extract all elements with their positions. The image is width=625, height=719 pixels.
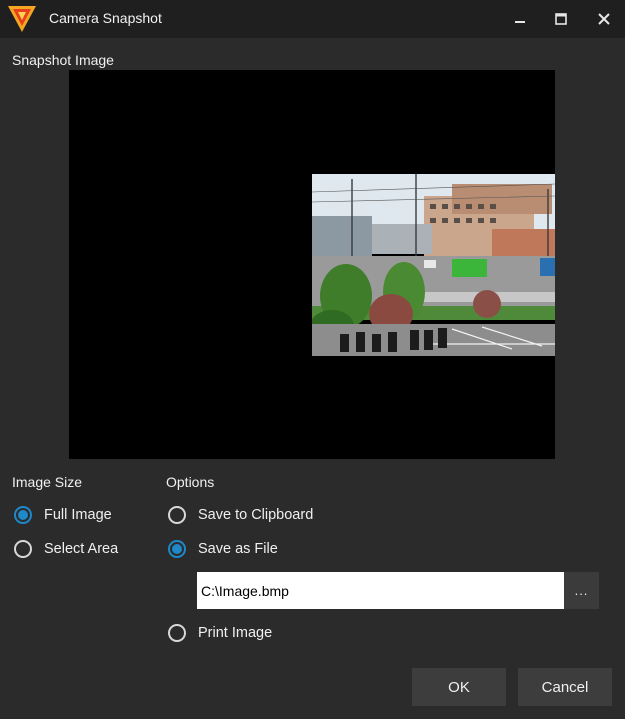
save-as-file-radio[interactable]: Save as File (168, 540, 278, 558)
print-image-radio[interactable]: Print Image (168, 624, 272, 642)
radio-indicator[interactable] (168, 540, 186, 558)
close-button[interactable] (584, 0, 624, 38)
full-image-radio[interactable]: Full Image (14, 506, 112, 524)
app-logo-icon (8, 6, 36, 32)
select-area-label: Select Area (44, 541, 119, 557)
snapshot-photo (312, 174, 555, 356)
title-bar: Camera Snapshot (0, 0, 625, 38)
image-size-label: Image Size (12, 474, 83, 490)
minimize-icon (515, 21, 525, 23)
close-icon (598, 13, 610, 25)
radio-indicator[interactable] (14, 540, 32, 558)
window-title: Camera Snapshot (49, 10, 162, 26)
snapshot-image-label: Snapshot Image (12, 52, 114, 68)
save-to-clipboard-label: Save to Clipboard (198, 507, 314, 523)
minimize-button[interactable] (500, 0, 540, 38)
save-as-file-label: Save as File (198, 541, 278, 557)
select-area-radio[interactable]: Select Area (14, 540, 118, 558)
file-path-input[interactable] (197, 572, 564, 609)
save-to-clipboard-radio[interactable]: Save to Clipboard (168, 506, 313, 524)
full-image-label: Full Image (44, 507, 112, 523)
maximize-button[interactable] (541, 0, 581, 38)
radio-indicator[interactable] (168, 506, 186, 524)
options-label: Options (166, 474, 215, 490)
snapshot-preview (69, 70, 555, 459)
cancel-button[interactable]: Cancel (518, 668, 612, 706)
print-image-label: Print Image (198, 625, 273, 641)
radio-indicator[interactable] (168, 624, 186, 642)
ok-button[interactable]: OK (412, 668, 506, 706)
radio-indicator[interactable] (14, 506, 32, 524)
maximize-icon (555, 13, 567, 25)
browse-button[interactable]: ... (564, 572, 599, 609)
